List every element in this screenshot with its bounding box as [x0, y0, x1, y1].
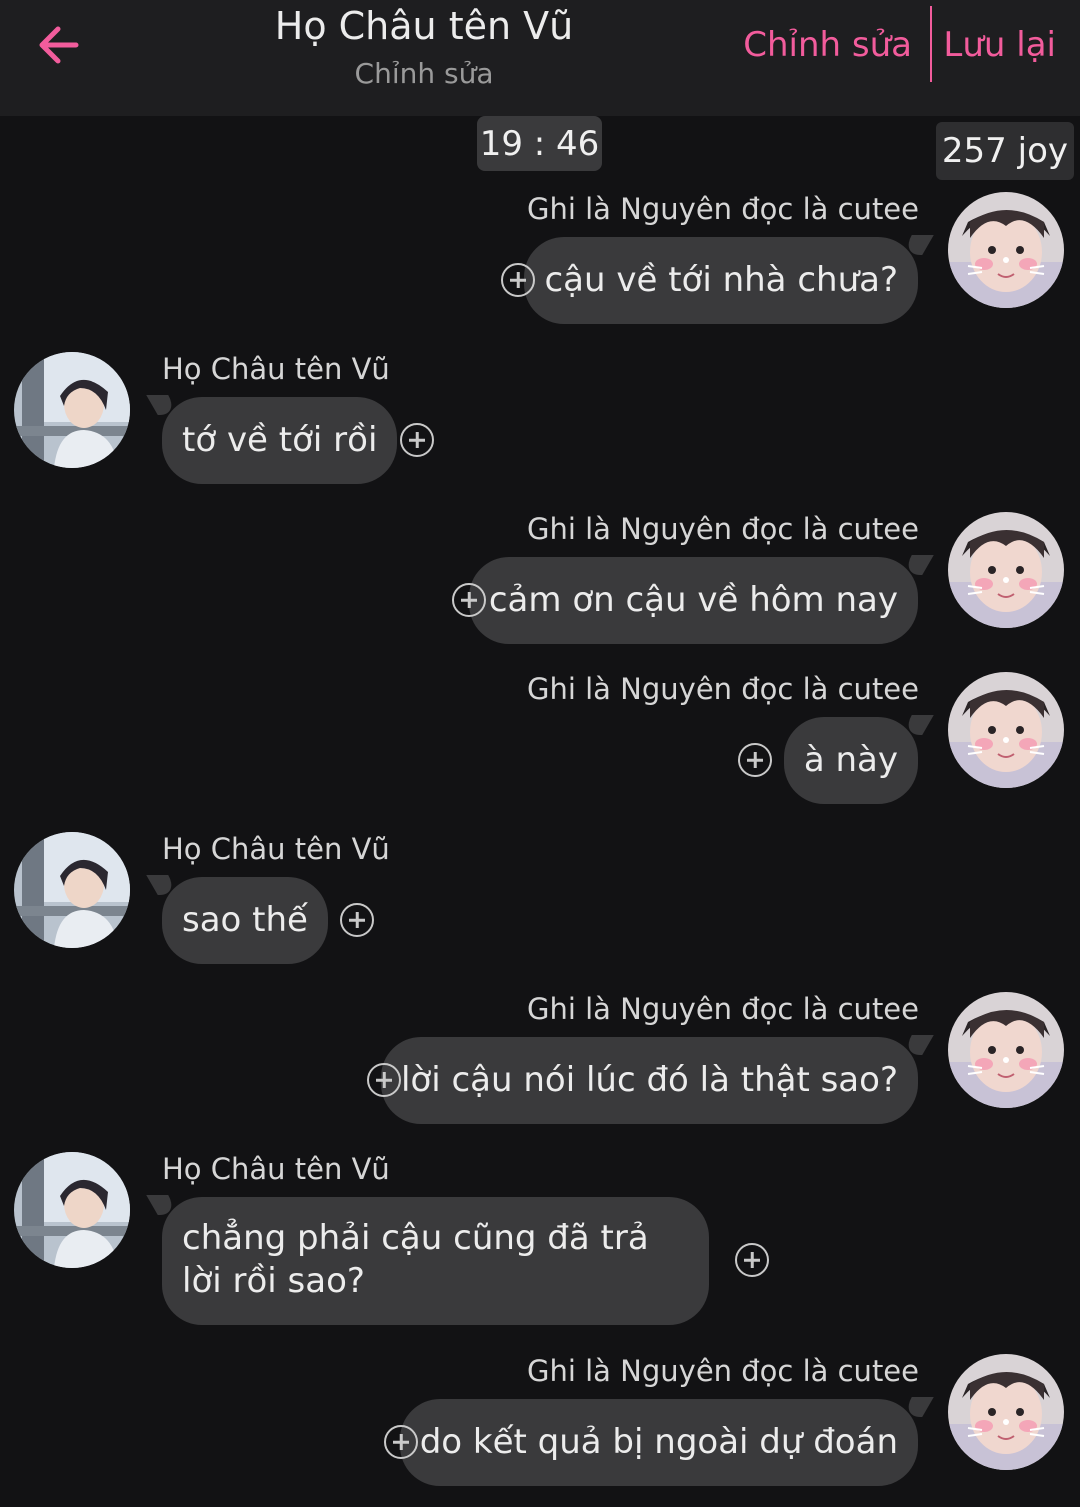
message-bubble[interactable]: sao thế [162, 877, 328, 964]
add-reaction-icon[interactable] [501, 263, 535, 297]
avatar[interactable] [14, 1152, 130, 1268]
app-header: Họ Châu tên Vũ Chỉnh sửa Chỉnh sửa Lưu l… [0, 0, 1080, 116]
avatar[interactable] [948, 992, 1064, 1108]
sender-name: Họ Châu tên Vũ [162, 1152, 390, 1186]
message-bubble[interactable]: lời cậu nói lúc đó là thật sao? [380, 1037, 918, 1124]
avatar[interactable] [948, 512, 1064, 628]
message-bubble[interactable]: à này [783, 717, 918, 804]
header-divider [930, 6, 932, 82]
sender-name: Họ Châu tên Vũ [162, 832, 390, 866]
chat-title: Họ Châu tên Vũ [274, 4, 574, 48]
avatar[interactable] [948, 672, 1064, 788]
sender-name: Ghi là Nguyên đọc là cutee [527, 1354, 919, 1388]
add-reaction-icon[interactable] [384, 1425, 418, 1459]
message-bubble[interactable]: cảm ơn cậu về hôm nay [468, 557, 918, 644]
add-reaction-icon[interactable] [400, 423, 434, 457]
avatar[interactable] [948, 192, 1064, 308]
sender-name: Ghi là Nguyên đọc là cutee [527, 992, 919, 1026]
back-button[interactable] [30, 20, 86, 70]
message-bubble[interactable]: chẳng phải cậu cũng đã trả lời rồi sao? [162, 1197, 709, 1325]
chat-subtitle: Chỉnh sửa [354, 57, 494, 90]
time-badge: 19 : 46 [477, 116, 602, 171]
avatar[interactable] [14, 832, 130, 948]
add-reaction-icon[interactable] [735, 1243, 769, 1277]
sender-name: Ghi là Nguyên đọc là cutee [527, 672, 919, 706]
sender-name: Ghi là Nguyên đọc là cutee [527, 512, 919, 546]
message-bubble[interactable]: cậu về tới nhà chưa? [524, 237, 918, 324]
add-reaction-icon[interactable] [738, 743, 772, 777]
save-button[interactable]: Lưu lại [943, 25, 1056, 65]
avatar[interactable] [14, 352, 130, 468]
message-bubble[interactable]: tớ về tới rồi [162, 397, 398, 484]
edit-button[interactable]: Chỉnh sửa [743, 25, 912, 65]
add-reaction-icon[interactable] [452, 583, 486, 617]
sender-name: Họ Châu tên Vũ [162, 352, 390, 386]
arrow-left-icon [39, 26, 79, 64]
avatar[interactable] [948, 1354, 1064, 1470]
sender-name: Ghi là Nguyên đọc là cutee [527, 192, 919, 226]
message-bubble[interactable]: do kết quả bị ngoài dự đoán [399, 1399, 918, 1486]
add-reaction-icon[interactable] [340, 903, 374, 937]
joy-counter: 257 joy [935, 122, 1074, 180]
add-reaction-icon[interactable] [367, 1063, 401, 1097]
